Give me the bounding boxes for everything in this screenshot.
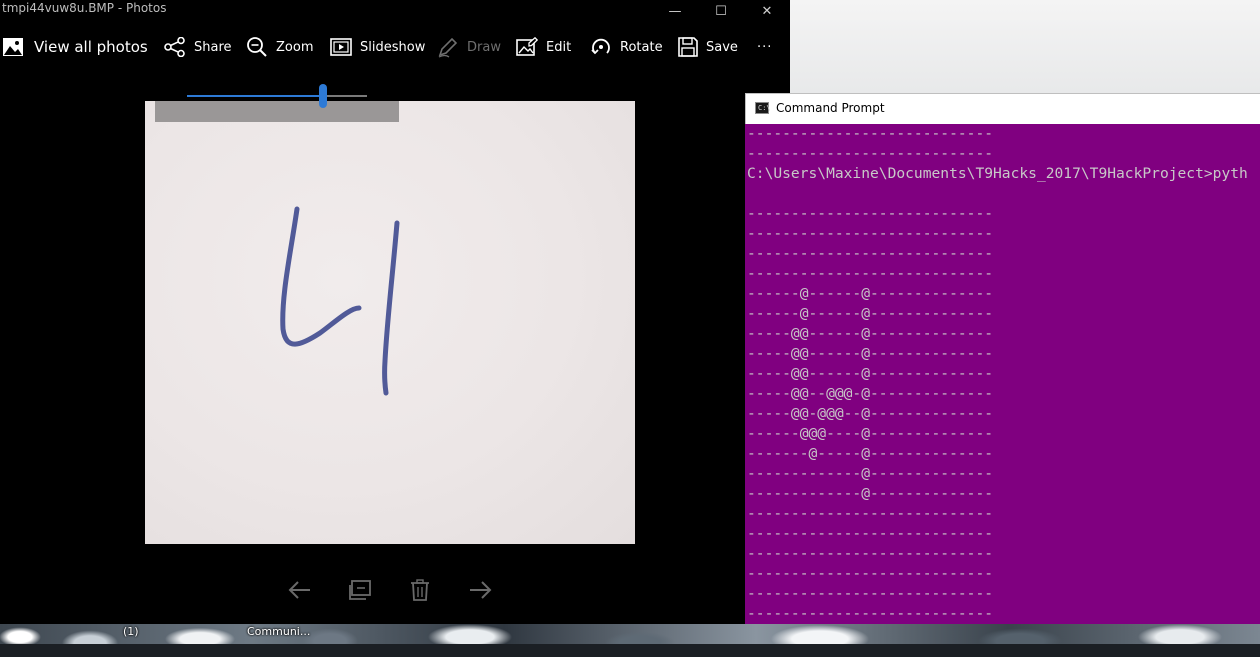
album-icon [349,580,371,600]
photos-toolbar: View all photos Share Zoom Slideshow Dra… [0,24,790,70]
console-line: ---------------------------- [747,145,994,162]
command-prompt-icon: C:\ [755,102,771,114]
command-prompt-icon-label: C:\ [758,104,771,112]
photos-window: tmpi44vuw8u.BMP - Photos — ☐ ✕ View all … [0,0,790,624]
trash-icon [411,579,429,601]
console-line: -------------@-------------- [747,485,994,502]
draw-pen-icon [438,37,458,58]
zoom-icon [247,37,267,57]
close-button[interactable]: ✕ [744,0,790,22]
zoom-slider-fill [187,95,323,97]
photos-window-title: tmpi44vuw8u.BMP - Photos [2,1,167,15]
zoom-slider[interactable] [187,84,367,108]
rotate-label: Rotate [620,39,663,55]
slideshow-button[interactable]: Slideshow [330,24,425,70]
command-prompt-title: Command Prompt [776,101,885,115]
share-label: Share [194,39,232,55]
console-line: ---------------------------- [747,565,994,582]
edit-label: Edit [546,39,572,55]
draw-button[interactable]: Draw [437,24,501,70]
console-line: -----@@-@@@--@-------------- [747,405,994,422]
console-line: ---------------------------- [747,505,994,522]
zoom-label: Zoom [276,39,314,55]
command-prompt-window: C:\ Command Prompt ---------------------… [745,93,1260,624]
console-line: ------@------@-------------- [747,285,994,302]
maximize-button[interactable]: ☐ [698,0,744,22]
share-icon [164,37,185,57]
minimize-button[interactable]: — [652,0,698,22]
more-options-button[interactable]: ··· [757,24,772,70]
minimize-icon: — [668,3,682,19]
console-line: ---------------------------- [747,125,994,142]
delete-photo-button[interactable] [405,575,435,605]
command-prompt-titlebar[interactable]: C:\ Command Prompt [745,93,1260,124]
console-line: -----@@--@@@-@-------------- [747,385,994,402]
more-options-icon: ··· [757,39,773,55]
zoom-indicator-bar [155,101,399,122]
console-lines: ---------------------------- ------------… [747,124,1248,624]
console-line: -----@@------@-------------- [747,345,994,362]
console-output[interactable]: ---------------------------- ------------… [745,124,1260,624]
next-photo-button[interactable] [465,575,495,605]
console-line: ---------------------------- [747,525,994,542]
taskbar-item-communi[interactable]: Communi... [247,625,310,638]
console-line: ---------------------------- [747,585,994,602]
console-line: -------------@-------------- [747,465,994,482]
console-line: ------@@@----@-------------- [747,425,994,442]
save-label: Save [706,39,738,55]
console-line: -----@@------@-------------- [747,365,994,382]
taskbar-item-1[interactable]: (1) [123,625,139,638]
taskbar [0,644,1260,657]
photo-viewer-image: 4 [145,101,635,544]
arrow-right-icon [470,581,492,599]
photos-titlebar: tmpi44vuw8u.BMP - Photos — ☐ ✕ [0,0,790,22]
view-all-photos-button[interactable]: View all photos [2,24,148,70]
zoom-slider-thumb[interactable] [318,84,327,108]
slideshow-icon [330,38,352,56]
digit-value: 4 [145,101,146,102]
edit-button[interactable]: Edit [516,24,571,70]
photos-gallery-icon [3,38,23,56]
console-line: ---------------------------- [747,205,994,222]
console-line: -------@-----@-------------- [747,445,994,462]
add-to-album-button[interactable] [345,575,375,605]
console-line: ---------------------------- [747,245,994,262]
maximize-icon: ☐ [715,3,727,19]
console-line: ---------------------------- [747,605,994,622]
rotate-icon [591,38,610,55]
console-line: ---------------------------- [747,265,994,282]
console-line: -----@@------@-------------- [747,325,994,342]
rotate-button[interactable]: Rotate [590,24,663,70]
view-all-photos-label: View all photos [34,38,148,56]
close-icon: ✕ [761,3,773,19]
console-line: C:\Users\Maxine\Documents\T9Hacks_2017\T… [747,165,1248,182]
zoom-button[interactable]: Zoom [246,24,313,70]
console-line: ---------------------------- [747,545,994,562]
arrow-left-icon [288,581,310,599]
save-button[interactable]: Save [678,24,738,70]
handwritten-digit: 4 [145,101,400,396]
draw-label: Draw [467,39,501,55]
save-disk-icon [678,37,698,57]
taskbar-preview-labels: (1) Communi... [0,622,1260,644]
previous-photo-button[interactable] [285,575,315,605]
share-button[interactable]: Share [164,24,232,70]
edit-image-icon [516,37,538,56]
console-line: ------@------@-------------- [747,305,994,322]
console-line: ---------------------------- [747,225,994,242]
slideshow-label: Slideshow [360,39,426,55]
